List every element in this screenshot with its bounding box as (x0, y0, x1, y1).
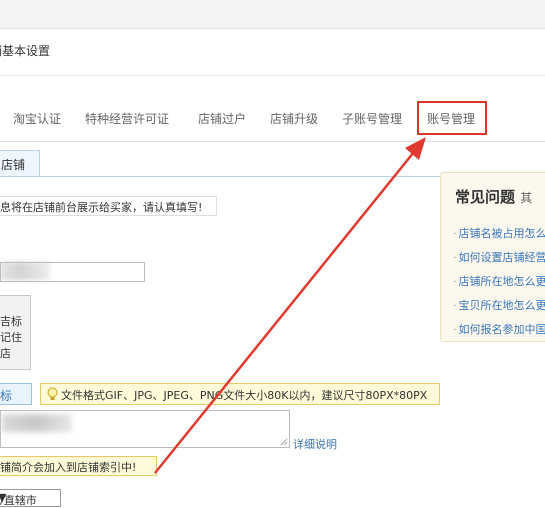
faq-panel: 常见问题 其 店铺名被占用怎么 如何设置店铺经营 店铺所在地怎么更 宝贝所在地怎… (440, 172, 545, 342)
upload-logo-label: 标 (0, 389, 13, 403)
tab-taobao-certification[interactable]: 淘宝认证 (13, 110, 61, 127)
tab-sub-account-management[interactable]: 子账号管理 (342, 110, 402, 127)
faq-title: 常见问题 其 (455, 188, 533, 206)
info-notice-text: 息将在店铺前台展示给买家，请认真填写! (0, 201, 203, 214)
blurred-text (2, 414, 72, 432)
faq-item[interactable]: 店铺所在地怎么更 (453, 273, 545, 289)
logo-preview-line: 店 (0, 347, 11, 360)
lightbulb-icon (47, 387, 58, 400)
divider (0, 75, 545, 76)
logo-preview-line: 记住 (0, 331, 22, 344)
upload-logo-button[interactable]: 标 (0, 383, 32, 405)
breadcrumb-title: 铺基本设置 (0, 44, 51, 58)
highlight-box (417, 101, 487, 135)
store-name-input[interactable] (0, 262, 145, 282)
detail-link[interactable]: 详细说明 (293, 436, 337, 452)
tab-store-upgrade[interactable]: 店铺升级 (270, 110, 318, 127)
store-tab[interactable]: 店铺 (0, 150, 40, 176)
upload-tip: 文件格式GIF、JPG、JPEG、PNG文件大小80K以内，建议尺寸80PX*8… (40, 383, 440, 405)
tab-special-license[interactable]: 特种经营许可证 (85, 110, 169, 127)
upload-tip-text: 文件格式GIF、JPG、JPEG、PNG文件大小80K以内，建议尺寸80PX*8… (61, 389, 428, 402)
faq-item[interactable]: 如何设置店铺经营 (453, 249, 545, 265)
info-notice: 息将在店铺前台展示给买家，请认真填写! (0, 196, 217, 216)
divider (0, 141, 545, 142)
faq-item[interactable]: 如何报名参加中国 (453, 321, 545, 337)
index-tip: 铺简介会加入到店铺索引中! (0, 456, 157, 476)
tab-store-transfer[interactable]: 店铺过户 (198, 110, 246, 127)
faq-more-link[interactable]: 其 (520, 191, 532, 205)
faq-item[interactable]: 宝贝所在地怎么更 (453, 297, 545, 313)
top-banner (0, 0, 545, 29)
province-select[interactable]: /直辖市 ▼ (0, 489, 61, 507)
logo-preview-line: 吉标 (0, 315, 22, 328)
faq-item[interactable]: 店铺名被占用怎么 (453, 225, 545, 241)
resize-grip-icon[interactable] (280, 438, 288, 446)
index-tip-text: 铺简介会加入到店铺索引中! (0, 461, 137, 474)
store-tab-label: 店铺 (1, 158, 26, 172)
province-select-value: /直辖市 ▼ (0, 491, 37, 507)
store-logo-preview: 吉标 记住 店 (0, 295, 31, 370)
